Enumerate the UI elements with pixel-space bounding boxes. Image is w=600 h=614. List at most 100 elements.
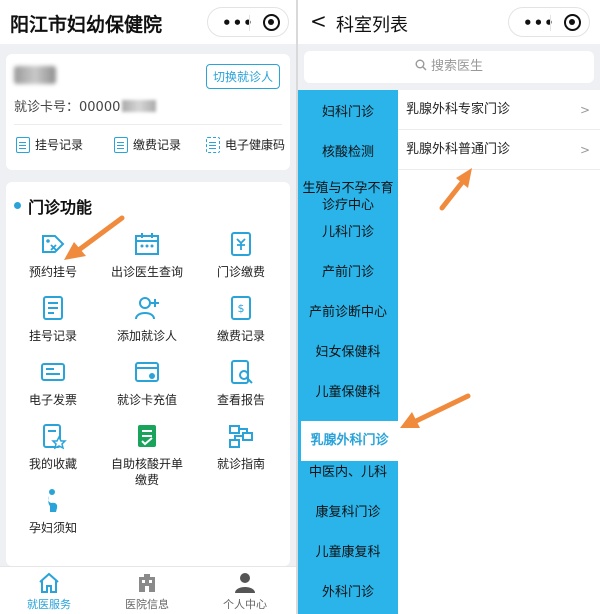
department-item[interactable]: 核酸检测 (298, 144, 398, 161)
app-title: 阳江市妇幼保健院 (10, 14, 163, 36)
quick-link-payment-records[interactable]: 缴费记录 (114, 136, 181, 153)
function-label: 孕妇须知 (28, 521, 77, 535)
department-item[interactable]: 中医内、儿科 (298, 464, 398, 481)
function-item[interactable]: 我的收藏 (6, 422, 100, 472)
function-label: 电子发票 (28, 393, 77, 407)
switch-patient-button[interactable]: 切换就诊人 (205, 64, 280, 89)
function-label: 缴费记录 (216, 329, 265, 343)
department-item[interactable]: 康复科门诊 (298, 504, 398, 521)
capsule-divider (249, 15, 250, 31)
function-label: 预约挂号 (28, 265, 77, 279)
sub-department-label: 乳腺外科专家门诊 (406, 102, 511, 117)
home-icon (39, 572, 59, 593)
card-topup-icon (133, 358, 161, 386)
home-screen: 阳江市妇幼保健院 ••• 切换就诊人 就诊卡号：00000 挂号记录 缴费记录 … (0, 0, 296, 614)
mini-program-capsule: ••• (508, 7, 590, 37)
quick-link-label: 挂号记录 (35, 138, 84, 152)
svg-text:$: $ (238, 302, 245, 315)
capsule-divider (550, 15, 551, 31)
function-item[interactable]: 门诊缴费 (194, 230, 288, 280)
function-item[interactable]: 就诊指南 (194, 422, 288, 472)
back-icon[interactable]: < (310, 9, 327, 33)
department-item[interactable]: 产前诊断中心 (298, 304, 398, 321)
tab-label: 就医服务 (27, 598, 71, 611)
patient-card: 切换就诊人 就诊卡号：00000 挂号记录 缴费记录 电子健康码 (6, 54, 290, 170)
department-item[interactable]: 妇科门诊 (298, 104, 398, 121)
quick-link-label: 电子健康码 (225, 138, 286, 152)
department-list-screen: < 科室列表 ••• 搜索医生 妇科门诊核酸检测生殖与不孕不育诊疗中心儿科门诊产… (296, 0, 600, 614)
department-item[interactable]: 儿童保健科 (298, 384, 398, 401)
tab-label: 个人中心 (223, 598, 267, 611)
function-item[interactable]: 添加就诊人 (100, 294, 194, 344)
function-label: 就诊卡充值 (116, 393, 177, 407)
list-icon (16, 136, 30, 153)
page-title: 科室列表 (336, 15, 408, 36)
function-label: 添加就诊人 (116, 329, 177, 343)
building-icon (139, 574, 155, 592)
outpatient-functions-card: 门诊功能 预约挂号 出诊医生查询 门诊缴费 挂号记录 添加就诊人 $ 缴费记录 电子发票 就诊卡… (6, 182, 290, 566)
qr-code-icon (206, 136, 220, 153)
function-label: 自助核酸开单缴费 (110, 457, 183, 487)
close-target-icon[interactable] (263, 14, 280, 31)
department-item[interactable]: 儿童康复科 (298, 544, 398, 561)
function-item[interactable]: 自助核酸开单缴费 (100, 422, 194, 488)
tab-medical-service[interactable]: 就医服务 (0, 567, 98, 614)
department-item[interactable]: 乳腺外科门诊 (298, 421, 398, 461)
department-sidebar: 妇科门诊核酸检测生殖与不孕不育诊疗中心儿科门诊产前门诊产前诊断中心 妇女保健科儿童… (298, 90, 398, 614)
function-item[interactable]: 就诊卡充值 (100, 358, 194, 408)
calendar-icon (133, 230, 161, 258)
function-label: 就诊指南 (216, 457, 265, 471)
close-target-icon[interactable] (564, 14, 581, 31)
chevron-right-icon: > (579, 103, 590, 117)
pregnant-icon (39, 486, 67, 514)
section-dot (14, 202, 21, 209)
function-label: 挂号记录 (28, 329, 77, 343)
top-nav-bar: 阳江市妇幼保健院 ••• (0, 0, 296, 44)
nucleic-test-icon (133, 422, 161, 450)
function-item[interactable]: 查看报告 (194, 358, 288, 408)
function-label: 出诊医生查询 (110, 265, 183, 279)
search-icon (415, 59, 427, 71)
function-item[interactable]: 孕妇须知 (6, 486, 100, 536)
bottom-tab-bar: 就医服务 医院信息 个人中心 (0, 566, 296, 614)
function-item[interactable]: $ 缴费记录 (194, 294, 288, 344)
annotation-arrow-icon (64, 215, 125, 260)
department-item[interactable]: 产前门诊 (298, 264, 398, 281)
department-item[interactable]: 儿科门诊 (298, 224, 398, 241)
report-search-icon (227, 358, 255, 386)
patient-name-blurred (14, 66, 56, 84)
function-label: 查看报告 (216, 393, 265, 407)
search-area: 搜索医生 (298, 44, 600, 90)
sub-department-label: 乳腺外科普通门诊 (406, 142, 511, 157)
tab-personal-center[interactable]: 个人中心 (196, 567, 294, 614)
quick-link-health-code[interactable]: 电子健康码 (206, 136, 285, 153)
bill-list-icon (114, 136, 128, 153)
chevron-right-icon: > (579, 143, 590, 157)
quick-link-register-records[interactable]: 挂号记录 (16, 136, 83, 153)
card-number-blurred (122, 100, 157, 112)
favorite-doc-icon (39, 422, 67, 450)
annotation-arrow-icon (439, 168, 472, 211)
department-item[interactable]: 外科门诊 (298, 584, 398, 601)
quick-link-label: 缴费记录 (133, 138, 182, 152)
search-placeholder: 搜索医生 (430, 59, 483, 74)
yuan-doc-icon (227, 230, 255, 258)
sub-department-item[interactable]: 乳腺外科专家门诊 > (398, 90, 600, 130)
record-icon (39, 294, 67, 322)
card-number: 就诊卡号：00000 (14, 96, 157, 115)
function-item[interactable]: 挂号记录 (6, 294, 100, 344)
person-icon (235, 573, 255, 593)
annotation-arrow-icon (400, 393, 471, 428)
sub-department-item[interactable]: 乳腺外科普通门诊 > (398, 130, 600, 170)
invoice-icon (39, 358, 67, 386)
function-label: 门诊缴费 (216, 265, 265, 279)
function-label: 我的收藏 (28, 457, 77, 471)
department-item[interactable]: 妇女保健科 (298, 344, 398, 361)
tab-hospital-info[interactable]: 医院信息 (98, 567, 196, 614)
tab-label: 医院信息 (125, 598, 169, 611)
card-divider (14, 124, 282, 125)
flow-guide-icon (227, 422, 255, 450)
department-item[interactable]: 生殖与不孕不育诊疗中心 (298, 180, 398, 214)
function-item[interactable]: 电子发票 (6, 358, 100, 408)
search-input[interactable]: 搜索医生 (304, 51, 594, 83)
